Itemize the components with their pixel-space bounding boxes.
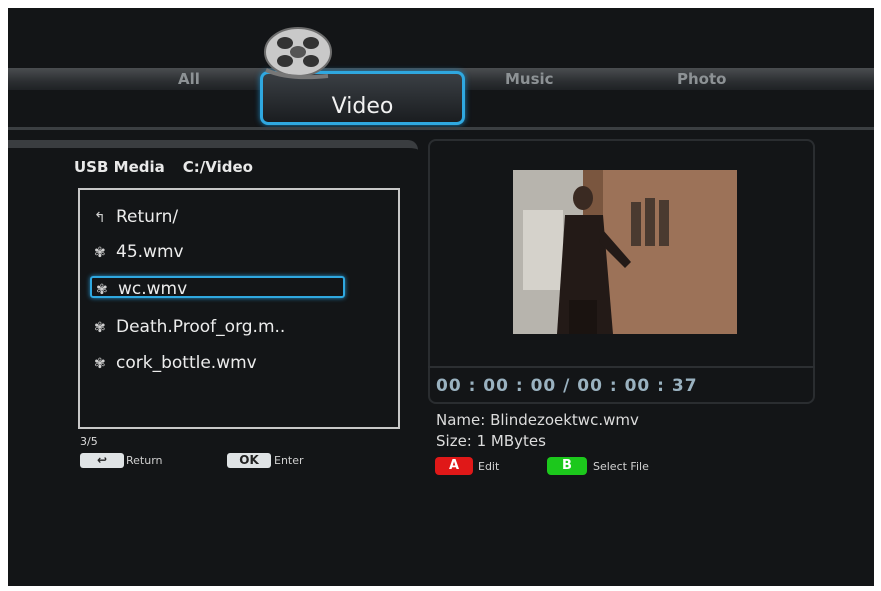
edit-hint-label: Edit — [478, 460, 500, 473]
device-label: USB Media — [74, 158, 165, 176]
tab-all[interactable]: All — [178, 68, 200, 90]
playback-time: 00 : 00 : 00 / 00 : 00 : 37 — [436, 376, 698, 396]
path-bar: USB Media C:/Video — [74, 158, 253, 176]
film-reel-icon — [264, 27, 332, 80]
file-list: ↰ Return/ ✾ 45.wmv ✾ wc.wmv ✾ Death.Proof_or… — [78, 188, 400, 429]
page-count: 3/5 — [80, 435, 98, 448]
list-item-label: wc.wmv — [118, 279, 188, 299]
list-item-label: 45.wmv — [116, 242, 184, 262]
list-item-label: cork_bottle.wmv — [116, 353, 257, 373]
film-reel-icon: ✾ — [94, 356, 106, 372]
tab-music[interactable]: Music — [505, 68, 554, 90]
film-reel-icon: ✾ — [94, 245, 106, 261]
tab-video-label: Video — [331, 94, 394, 119]
return-arrow-icon: ↰ — [94, 210, 106, 226]
list-item-selected[interactable]: ✾ wc.wmv — [90, 276, 345, 299]
list-item[interactable]: ✾ Death.Proof_org.m.. — [94, 314, 285, 340]
enter-hint-label: Enter — [274, 454, 304, 467]
list-item[interactable]: ✾ cork_bottle.wmv — [94, 350, 257, 376]
media-player-screen: All Music Photo Video USB Media C:/Video … — [8, 8, 874, 586]
film-reel-icon: ✾ — [96, 282, 108, 298]
time-divider — [428, 366, 815, 368]
file-size: Size: 1 MBytes — [436, 432, 546, 450]
list-item-return[interactable]: ↰ Return/ — [94, 204, 178, 230]
header-divider — [8, 127, 874, 130]
path-label: C:/Video — [182, 158, 253, 176]
file-name: Name: Blindezoektwc.wmv — [436, 411, 639, 429]
film-reel-icon: ✾ — [94, 320, 106, 336]
tab-photo[interactable]: Photo — [677, 68, 726, 90]
list-item-label: Death.Proof_org.m.. — [116, 317, 286, 337]
green-b-key-button[interactable]: B — [547, 457, 587, 475]
return-hint-label: Return — [126, 454, 163, 467]
ok-key-badge[interactable]: OK — [227, 453, 271, 468]
video-preview-thumbnail — [513, 170, 737, 334]
list-item-label: Return/ — [116, 207, 179, 227]
return-key-badge[interactable]: ↩ — [80, 453, 124, 468]
red-a-key-button[interactable]: A — [435, 457, 473, 475]
list-item[interactable]: ✾ 45.wmv — [94, 239, 184, 265]
select-file-hint-label: Select File — [593, 460, 649, 473]
